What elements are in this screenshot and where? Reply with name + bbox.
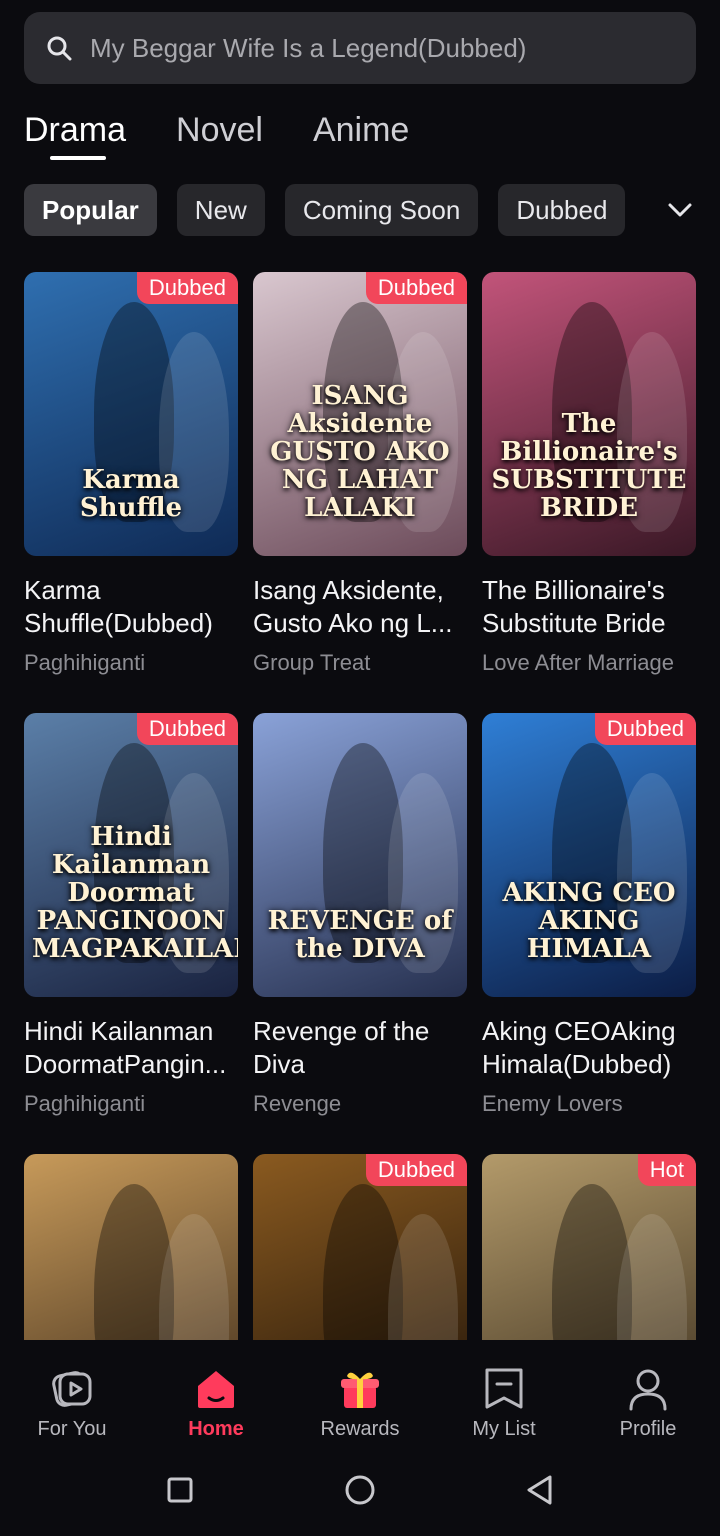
tab-anime-label: Anime [312, 111, 410, 149]
card-title-line: Aking CEOAking [482, 1016, 676, 1046]
card-title: Isang Aksidente, Gusto Ako ng L... [253, 574, 467, 640]
card-title: Hindi Kailanman DoormatPangin... [24, 1015, 238, 1081]
card-title-line: Karma [24, 575, 101, 605]
card-title: Revenge of the Diva [253, 1015, 467, 1081]
card-title-line: Revenge of the [253, 1016, 430, 1046]
tab-novel-label: Novel [176, 111, 263, 149]
recent-apps-icon[interactable] [160, 1470, 200, 1510]
poster-title-art: ISANG Aksidente GUSTO AKO NG LAHAT LALAK… [270, 381, 450, 523]
drama-card[interactable]: Karma Shuffle Dubbed Karma Shuffle(Dubbed) P… [24, 272, 238, 676]
nav-profile[interactable]: Profile [576, 1340, 720, 1452]
tab-drama-label: Drama [24, 111, 127, 149]
nav-home-label: Home [188, 1418, 244, 1440]
drama-card[interactable]: The Billionaire's SUBSTITUTE BRIDE The Bi… [482, 272, 696, 676]
poster-image[interactable]: ISANG Aksidente GUSTO AKO NG LAHAT LALAK… [253, 272, 467, 556]
card-title-line: Isang Aksidente, [253, 575, 444, 605]
card-title-line: Hindi Kailanman [24, 1016, 214, 1046]
nav-profile-label: Profile [619, 1418, 677, 1440]
gift-icon [341, 1372, 379, 1408]
card-genre: Paghihiganti [24, 650, 146, 675]
poster-image[interactable]: Hindi Kailanman Doormat PANGINOON MAGPAK… [24, 713, 238, 997]
card-title: Aking CEOAking Himala(Dubbed) [482, 1015, 696, 1081]
status-badge: Dubbed [594, 713, 696, 745]
search-bar[interactable]: My Beggar Wife Is a Legend(Dubbed) [24, 12, 696, 84]
nav-my-list[interactable]: My List [432, 1340, 576, 1452]
poster-image[interactable]: AKING CEO AKING HIMALA Dubbed [482, 713, 696, 997]
nav-for-you[interactable]: For You [0, 1340, 144, 1452]
chip-dubbed[interactable]: Dubbed [498, 184, 626, 236]
back-icon[interactable] [520, 1470, 560, 1510]
card-genre: Love After Marriage [482, 650, 674, 675]
card-title: The Billionaire's Substitute Bride [482, 574, 696, 640]
bottom-nav: For You Home Rewards My List Profile [0, 1340, 720, 1452]
status-badge: Dubbed [365, 272, 467, 304]
poster-image[interactable]: REVENGE of the DIVA [253, 713, 467, 997]
nav-my-list-label: My List [472, 1418, 536, 1440]
status-badge: Dubbed [365, 1154, 467, 1186]
chip-popular[interactable]: Popular [24, 184, 157, 236]
search-placeholder: My Beggar Wife Is a Legend(Dubbed) [90, 32, 527, 63]
play-icon [52, 1371, 92, 1407]
status-badge: Hot [637, 1154, 696, 1186]
poster-title-art: Karma Shuffle [79, 465, 183, 523]
tab-novel[interactable]: Novel [176, 106, 263, 168]
nav-rewards[interactable]: Rewards [288, 1340, 432, 1452]
drama-card[interactable]: ISANG Aksidente GUSTO AKO NG LAHAT LALAK… [253, 272, 467, 676]
tab-anime[interactable]: Anime [313, 106, 409, 168]
nav-rewards-label: Rewards [320, 1418, 400, 1440]
home-circle-icon[interactable] [340, 1470, 380, 1510]
drama-card[interactable]: AKING CEO AKING HIMALA Dubbed Aking CEOAki… [482, 713, 696, 1117]
chip-coming-soon[interactable]: Coming Soon [284, 184, 479, 236]
chip-new[interactable]: New [176, 184, 265, 236]
chevron-down-icon[interactable] [664, 196, 696, 224]
card-title-line: Himala(Dubbed) [482, 1049, 672, 1079]
card-title-line: Diva [253, 1049, 306, 1079]
home-icon [198, 1371, 234, 1408]
status-badge: Dubbed [136, 713, 238, 745]
card-title-line: Substitute Bride [482, 608, 666, 638]
filter-chips: Popular New Coming Soon Dubbed [24, 184, 720, 238]
tab-drama[interactable]: Drama [24, 106, 126, 168]
card-genre: Group Treat [253, 650, 371, 675]
active-tab-indicator [50, 156, 106, 160]
card-title-line: The Billionaire's [482, 575, 665, 605]
card-title-line: Gusto Ako ng L... [253, 608, 453, 638]
nav-home[interactable]: Home [144, 1340, 288, 1452]
drama-card[interactable]: REVENGE of the DIVA Revenge of the Diva Rev… [253, 713, 467, 1117]
profile-icon [629, 1369, 667, 1411]
search-icon [47, 36, 72, 61]
card-genre: Paghihiganti [24, 1091, 146, 1116]
card-title: Karma Shuffle(Dubbed) [24, 574, 238, 640]
main-tabs: Drama Novel Anime [24, 106, 459, 168]
nav-for-you-label: For You [37, 1418, 107, 1440]
card-title-line: Shuffle(Dubbed) [24, 608, 213, 638]
poster-title-art: REVENGE of the DIVA [267, 906, 453, 964]
card-title-line: DoormatPangin... [24, 1049, 227, 1079]
poster-title-art: Hindi Kailanman Doormat PANGINOON MAGPAK… [32, 822, 238, 964]
card-genre: Revenge [253, 1091, 342, 1116]
bookmark-icon [485, 1368, 523, 1409]
poster-title-art: AKING CEO AKING HIMALA [502, 878, 676, 964]
poster-image[interactable]: The Billionaire's SUBSTITUTE BRIDE [482, 272, 696, 556]
card-genre: Enemy Lovers [482, 1091, 623, 1116]
poster-title-art: The Billionaire's SUBSTITUTE BRIDE [491, 409, 687, 523]
drama-card[interactable]: Hindi Kailanman Doormat PANGINOON MAGPAK… [24, 713, 238, 1117]
status-badge: Dubbed [136, 272, 238, 304]
system-navigation-bar [0, 1452, 720, 1536]
poster-image[interactable]: Karma Shuffle Dubbed [24, 272, 238, 556]
